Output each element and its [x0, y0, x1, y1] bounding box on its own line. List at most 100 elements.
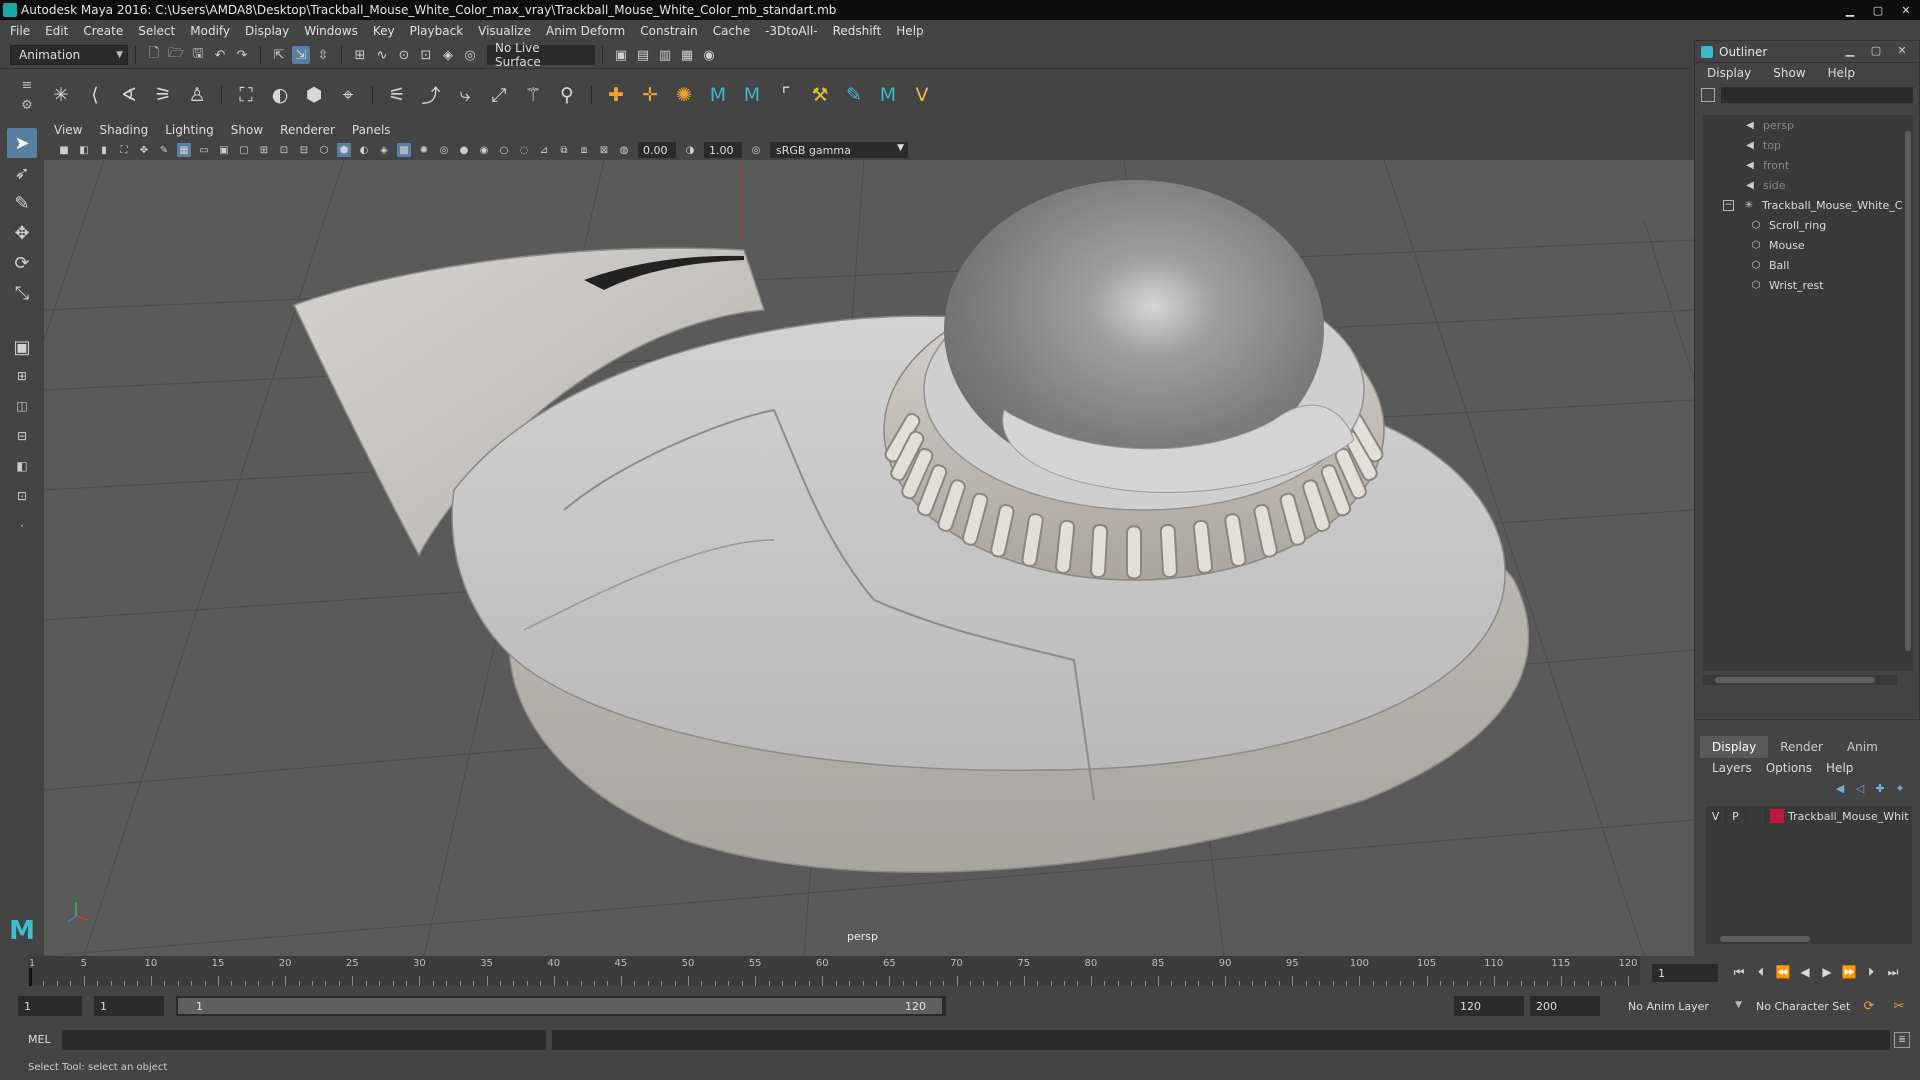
- layer-visibility-toggle[interactable]: V: [1706, 807, 1726, 825]
- maximize-icon[interactable]: ▢: [1864, 1, 1892, 19]
- menu-playback[interactable]: Playback: [410, 24, 464, 38]
- anim-layer-selector[interactable]: No Anim Layer ▼: [1620, 996, 1744, 1016]
- undo-icon[interactable]: ↶: [211, 46, 229, 64]
- menu-edit[interactable]: Edit: [45, 24, 68, 38]
- select-tool-icon[interactable]: ➤: [7, 128, 37, 158]
- field-chart-icon[interactable]: ⊞: [257, 143, 271, 157]
- play-backwards-icon[interactable]: ◀: [1794, 962, 1816, 982]
- v-icon[interactable]: V: [908, 81, 936, 109]
- maya-logo-alt-icon[interactable]: M: [738, 81, 766, 109]
- exposure-icon[interactable]: ◍: [617, 143, 631, 157]
- four-view-layout-icon[interactable]: ⊞: [7, 364, 37, 388]
- set-key-scale-icon[interactable]: ⤢: [485, 81, 513, 109]
- exposure-field[interactable]: 0.00: [638, 142, 676, 158]
- set-key-rotate-icon[interactable]: ⤷: [451, 81, 479, 109]
- camera-attributes-icon[interactable]: ■: [57, 143, 71, 157]
- gamma-field[interactable]: 1.00: [704, 142, 742, 158]
- anti-aliasing-icon[interactable]: ○: [497, 143, 511, 157]
- panel-menu-panels[interactable]: Panels: [352, 123, 391, 137]
- layer-horizontal-scrollbar[interactable]: [1706, 934, 1912, 944]
- snap-to-surface-icon[interactable]: ◈: [439, 46, 457, 64]
- paint-select-tool-icon[interactable]: ✎: [7, 188, 37, 218]
- outliner-menu-help[interactable]: Help: [1828, 66, 1855, 80]
- view-transform-selector[interactable]: sRGB gamma ▼: [770, 142, 908, 158]
- ipr-render-icon[interactable]: ▥: [656, 46, 674, 64]
- layer-row[interactable]: V P Trackball_Mouse_Whit: [1706, 806, 1912, 826]
- snap-to-grid-icon[interactable]: ⊞: [351, 46, 369, 64]
- single-perspective-layout-icon[interactable]: ▣: [7, 332, 37, 362]
- image-plane-icon[interactable]: ⛶: [117, 143, 131, 157]
- save-scene-icon[interactable]: 🖫: [189, 46, 207, 64]
- new-layer-selected-icon[interactable]: ✦: [1890, 782, 1910, 795]
- custom-layout-icon[interactable]: ⊡: [7, 484, 37, 508]
- playback-end-field[interactable]: 120: [1454, 996, 1524, 1016]
- menu-help[interactable]: Help: [896, 24, 923, 38]
- safe-title-icon[interactable]: ⊟: [297, 143, 311, 157]
- menu-3dtoall[interactable]: -3DtoAll-: [765, 24, 817, 38]
- animation-end-field[interactable]: 200: [1530, 996, 1600, 1016]
- go-to-end-icon[interactable]: ⏭: [1882, 962, 1904, 982]
- render-frame-icon[interactable]: ▤: [634, 46, 652, 64]
- menu-redshift[interactable]: Redshift: [833, 24, 882, 38]
- step-forward-frame-icon[interactable]: ⏵: [1860, 962, 1882, 982]
- persp-graph-layout-icon[interactable]: ⊟: [7, 424, 37, 448]
- outliner-item-front[interactable]: ◀ front: [1703, 155, 1905, 175]
- close-icon[interactable]: ✕: [1889, 44, 1915, 57]
- paint-skin-weights-icon[interactable]: ◐: [266, 81, 294, 109]
- menu-select[interactable]: Select: [138, 24, 175, 38]
- outliner-vertical-scrollbar[interactable]: [1903, 115, 1913, 671]
- safe-action-icon[interactable]: ⊡: [277, 143, 291, 157]
- layer-display-type[interactable]: [1746, 807, 1766, 825]
- render-view-icon[interactable]: ▣: [612, 46, 630, 64]
- close-icon[interactable]: ✕: [1892, 1, 1920, 19]
- constraint-point-icon[interactable]: ✚: [602, 81, 630, 109]
- panel-menu-lighting[interactable]: Lighting: [165, 123, 214, 137]
- textured-icon[interactable]: ▩: [397, 143, 411, 157]
- xray-icon[interactable]: ⧉: [557, 143, 571, 157]
- wireframe-icon[interactable]: ⬡: [317, 143, 331, 157]
- command-input[interactable]: [62, 1030, 546, 1050]
- range-bar[interactable]: 1 120: [176, 996, 946, 1016]
- current-time-indicator[interactable]: [29, 968, 32, 986]
- render-settings-icon[interactable]: ▦: [678, 46, 696, 64]
- select-by-hierarchy-icon[interactable]: ⇱: [270, 46, 288, 64]
- filter-icon[interactable]: [1701, 88, 1715, 102]
- outliner-horizontal-scrollbar[interactable]: [1703, 675, 1897, 685]
- xray-joints-icon[interactable]: ⧈: [577, 143, 591, 157]
- panel-menu-view[interactable]: View: [54, 123, 82, 137]
- set-key-icon[interactable]: ⚟: [383, 81, 411, 109]
- outliner-menu-display[interactable]: Display: [1707, 66, 1751, 80]
- motion-trail-icon[interactable]: ⚚: [519, 81, 547, 109]
- select-by-object-icon[interactable]: ⇲: [292, 46, 310, 64]
- smooth-shade-icon[interactable]: ⬢: [337, 143, 351, 157]
- resolution-gate-icon[interactable]: ▣: [217, 143, 231, 157]
- menu-visualize[interactable]: Visualize: [478, 24, 531, 38]
- layer-name[interactable]: Trackball_Mouse_Whit: [1788, 810, 1909, 823]
- grid-icon[interactable]: ▦: [177, 143, 191, 157]
- maximize-icon[interactable]: ▢: [1863, 44, 1889, 57]
- current-frame-field[interactable]: 1: [1652, 964, 1718, 982]
- bind-skin-icon[interactable]: ⛶: [232, 81, 260, 109]
- layer-menu-help[interactable]: Help: [1826, 761, 1853, 775]
- extra-layout-icon[interactable]: ·: [7, 514, 37, 538]
- outliner-item-ball[interactable]: ⬡ Ball: [1703, 255, 1905, 275]
- menu-constrain[interactable]: Constrain: [640, 24, 698, 38]
- animation-preferences-icon[interactable]: ✂: [1890, 998, 1908, 1014]
- camera-tools-icon[interactable]: ◧: [77, 143, 91, 157]
- outliner-item-persp[interactable]: ◀ persp: [1703, 115, 1905, 135]
- wireframe-on-shaded-icon[interactable]: ◈: [377, 143, 391, 157]
- panel-menu-shading[interactable]: Shading: [99, 123, 148, 137]
- snap-to-point-icon[interactable]: ⊙: [395, 46, 413, 64]
- tab-display[interactable]: Display: [1700, 736, 1769, 758]
- menu-windows[interactable]: Windows: [304, 24, 358, 38]
- insert-joint-icon[interactable]: ⟨: [81, 81, 109, 109]
- script-editor-icon[interactable]: ≣: [1894, 1032, 1910, 1048]
- menu-set-selector[interactable]: Animation ▼: [10, 45, 128, 65]
- hypershade-layout-icon[interactable]: ◧: [7, 454, 37, 478]
- screen-space-ao-icon[interactable]: ●: [457, 143, 471, 157]
- set-key-translate-icon[interactable]: ⤴: [417, 81, 445, 109]
- open-scene-icon[interactable]: 🗁: [167, 46, 185, 64]
- layer-menu-layers[interactable]: Layers: [1712, 761, 1752, 775]
- snap-to-view-plane-icon[interactable]: ⊡: [417, 46, 435, 64]
- step-back-key-icon[interactable]: ⏪: [1772, 962, 1794, 982]
